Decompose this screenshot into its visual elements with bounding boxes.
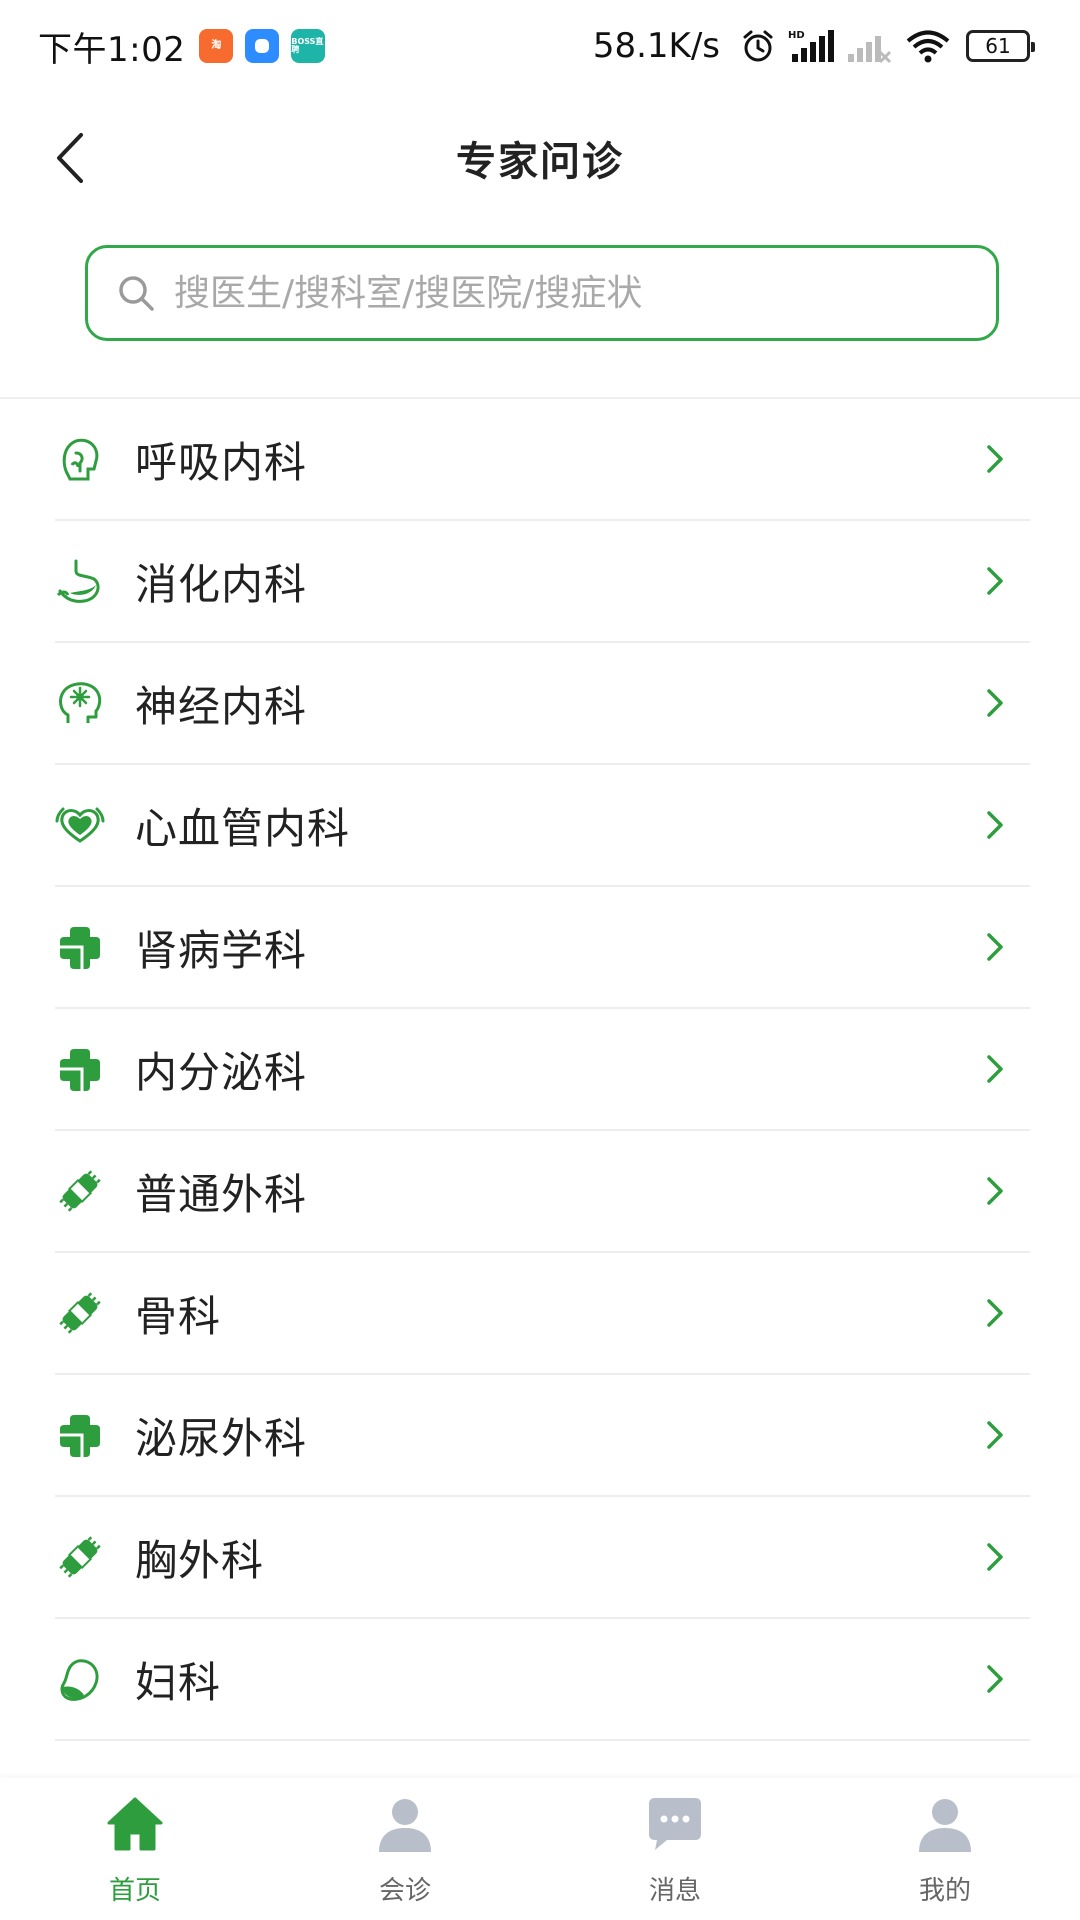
boss-app-icon: BOSS直聘 [291,29,326,63]
department-item-cardiology[interactable]: 心血管内科 [55,765,1030,887]
battery-icon: 61 [966,30,1035,62]
department-item-digestive[interactable]: 消化内科 [55,521,1030,643]
status-bar: 下午1:02 淘 BOSS直聘 58.1K/s HD 61 [0,0,1080,92]
nav-label: 消息 [648,1876,701,1906]
alarm-icon [740,28,776,64]
nav-label: 会诊 [378,1876,431,1906]
chevron-right-icon [980,1659,1010,1699]
battery-level: 61 [985,34,1011,58]
nav-label: 我的 [918,1876,971,1906]
chevron-right-icon [980,927,1010,967]
heart-icon [55,800,105,850]
chevron-right-icon [980,1537,1010,1577]
chevron-left-icon [57,133,83,183]
department-label: 普通外科 [135,1169,308,1219]
department-item-urology[interactable]: 泌尿外科 [55,1375,1030,1497]
department-item-gynecology[interactable]: 妇科 [55,1619,1030,1741]
respiratory-icon [55,434,105,484]
nav-item-consult[interactable]: 会诊 [270,1778,540,1920]
department-list: 呼吸内科 消化内科 神经内科 心血管内科 肾病学科 内分泌科 普通外科 骨科 泌… [55,399,1030,1741]
consult-icon [373,1792,437,1856]
department-label: 心血管内科 [135,803,351,853]
bandage-icon [55,1166,105,1216]
medical-cross-icon [55,1044,105,1094]
department-label: 肾病学科 [135,925,308,975]
nav-label: 首页 [108,1876,161,1906]
page-title: 专家问诊 [456,139,624,185]
department-label: 骨科 [135,1291,222,1341]
chevron-right-icon [980,1171,1010,1211]
uterus-icon [55,1654,105,1704]
department-item-orthopedics[interactable]: 骨科 [55,1253,1030,1375]
header: 专家问诊 [0,110,1080,206]
bottom-nav: 首页 会诊 消息 我的 [0,1778,1080,1920]
department-item-endocrinology[interactable]: 内分泌科 [55,1009,1030,1131]
blue-app-icon [245,29,280,63]
department-label: 胸外科 [135,1535,265,1585]
nav-item-messages[interactable]: 消息 [540,1778,810,1920]
medical-cross-icon [55,922,105,972]
back-button[interactable] [40,128,100,188]
chevron-right-icon [980,1049,1010,1089]
department-item-neurology[interactable]: 神经内科 [55,643,1030,765]
home-icon [103,1792,167,1856]
chevron-right-icon [980,439,1010,479]
status-time: 下午1:02 [38,29,186,70]
bandage-icon [55,1288,105,1338]
department-label: 呼吸内科 [135,437,308,487]
taobao-app-icon: 淘 [199,29,234,63]
search-input[interactable] [174,272,954,314]
chevron-right-icon [980,561,1010,601]
department-item-respiratory[interactable]: 呼吸内科 [55,399,1030,521]
search-icon [116,273,156,313]
department-item-general-surgery[interactable]: 普通外科 [55,1131,1030,1253]
medical-cross-icon [55,1410,105,1460]
signal-weak-icon [846,28,892,64]
message-icon [643,1792,707,1856]
chevron-right-icon [980,683,1010,723]
department-label: 泌尿外科 [135,1413,308,1463]
department-item-nephrology[interactable]: 肾病学科 [55,887,1030,1009]
stomach-icon [55,556,105,606]
status-left: 下午1:02 淘 BOSS直聘 [38,22,337,71]
department-label: 妇科 [135,1657,222,1707]
nav-item-home[interactable]: 首页 [0,1778,270,1920]
status-right: 58.1K/s HD 61 [592,26,1035,66]
profile-icon [913,1792,977,1856]
department-label: 消化内科 [135,559,308,609]
search-box[interactable] [85,245,999,341]
department-item-thoracic-surgery[interactable]: 胸外科 [55,1497,1030,1619]
chevron-right-icon [980,805,1010,845]
department-label: 神经内科 [135,681,308,731]
svg-text:HD: HD [788,30,805,41]
brain-icon [55,678,105,728]
signal-hd-icon: HD [788,28,834,64]
wifi-icon [904,28,952,64]
chevron-right-icon [980,1293,1010,1333]
page: 下午1:02 淘 BOSS直聘 58.1K/s HD 61 专家问诊 搜医生/搜… [0,0,1080,1920]
nav-item-profile[interactable]: 我的 [810,1778,1080,1920]
net-speed: 58.1K/s [592,26,720,66]
department-label: 内分泌科 [135,1047,308,1097]
chevron-right-icon [980,1415,1010,1455]
bandage-icon [55,1532,105,1582]
